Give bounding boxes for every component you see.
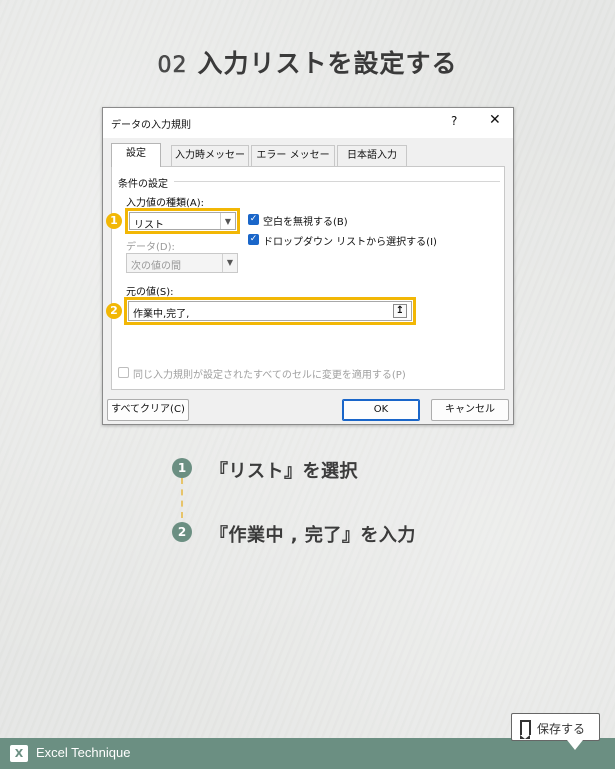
dropdown-label: ドロップダウン リストから選択する(I) (263, 237, 437, 248)
source-label: 元の値(S): (126, 287, 174, 298)
settings-panel: 条件の設定 入力値の種類(A): リスト ▼ 1 ✓ 空白を無視する(B) ✓ … (106, 166, 505, 390)
checkmark-icon: ✓ (248, 214, 259, 225)
ok-button[interactable]: OK (342, 399, 420, 421)
clear-all-button[interactable]: すべてクリア(C) (107, 399, 189, 421)
empty-checkbox-icon (118, 367, 129, 378)
checkmark-icon: ✓ (248, 234, 259, 245)
step-text-2: 『作業中 , 完了』を入力 (210, 525, 416, 546)
save-button[interactable]: 保存する (511, 713, 600, 741)
section-divider (174, 181, 500, 182)
data-label: データ(D): (126, 242, 175, 253)
cancel-button[interactable]: キャンセル (431, 399, 509, 421)
close-icon[interactable]: ✕ (489, 112, 501, 128)
chevron-down-icon: ▼ (220, 213, 235, 229)
allow-value: リスト (134, 220, 164, 231)
source-input[interactable]: 作業中,完了, ↥ (128, 301, 412, 321)
dialog-title: データの入力規則 (111, 120, 191, 131)
allow-select[interactable]: リスト ▼ (129, 212, 236, 231)
step-number-1: 1 (172, 458, 192, 478)
data-value: 次の値の間 (131, 261, 181, 272)
tab-input-message[interactable]: 入力時メッセージ (171, 145, 249, 180)
step-badge-1: 1 (106, 213, 122, 229)
tab-settings[interactable]: 設定 (111, 143, 161, 167)
save-tooltip-tail (567, 740, 583, 750)
source-value: 作業中,完了, (133, 309, 190, 320)
data-validation-dialog: データの入力規則 ? ✕ 設定 入力時メッセージ エラー メッセージ 日本語入力… (102, 107, 514, 425)
help-button[interactable]: ? (451, 114, 457, 128)
footer-label: Excel Technique (36, 745, 131, 760)
excel-icon: X (10, 745, 28, 762)
dialog-titlebar: データの入力規則 ? ✕ (103, 108, 513, 138)
chevron-down-icon: ▼ (222, 254, 237, 272)
range-select-icon[interactable]: ↥ (393, 304, 407, 318)
footer-bar: X Excel Technique (0, 738, 615, 769)
heading-title: 入力リストを設定する (197, 49, 458, 78)
step-badge-2: 2 (106, 303, 122, 319)
step-text-1: 『リスト』を選択 (210, 461, 358, 482)
step-number-2: 2 (172, 522, 192, 542)
apply-all-label: 同じ入力規則が設定されたすべてのセルに変更を適用する(P) (133, 370, 406, 381)
save-label: 保存する (537, 722, 586, 736)
section-label: 条件の設定 (118, 179, 168, 190)
heading-number: 02 (157, 53, 188, 79)
page-heading: 02 入力リストを設定する (0, 44, 615, 80)
bookmark-icon (520, 720, 531, 739)
allow-label: 入力値の種類(A): (126, 198, 205, 209)
tab-error-message[interactable]: エラー メッセージ (251, 145, 335, 180)
ignore-blank-label: 空白を無視する(B) (263, 217, 348, 228)
tab-japanese-input[interactable]: 日本語入力 (337, 145, 407, 166)
data-select[interactable]: 次の値の間 ▼ (126, 253, 238, 273)
step-connector (181, 478, 183, 518)
